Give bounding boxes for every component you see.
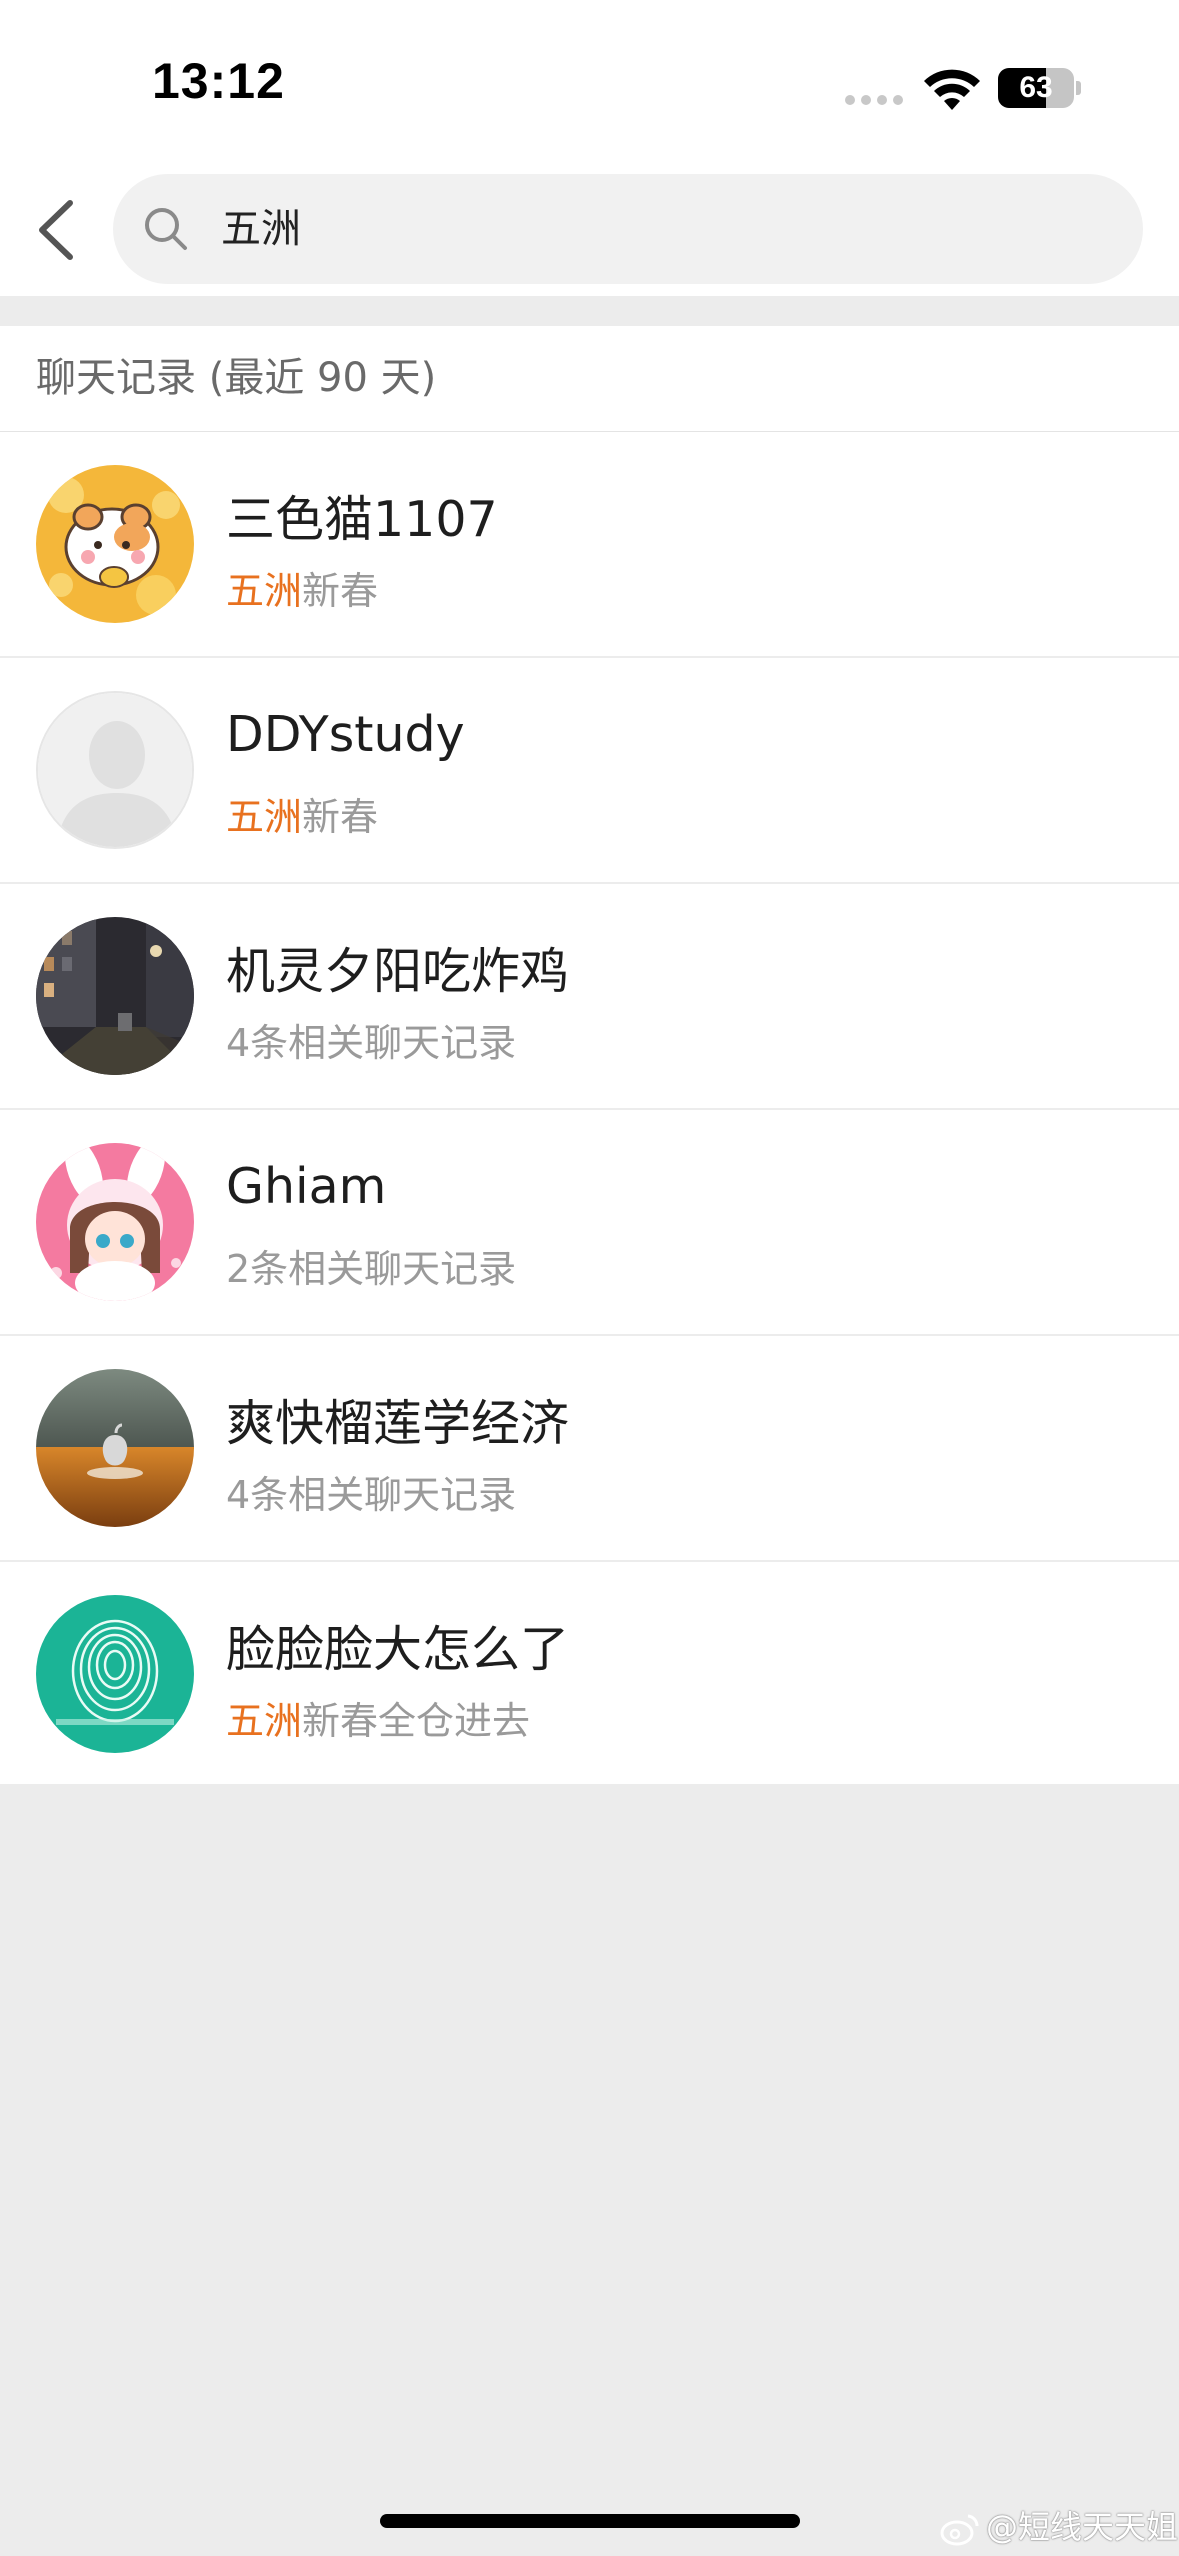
list-item[interactable]: DDYstudy 五洲新春: [0, 658, 1179, 884]
contact-name: 机灵夕阳吃炸鸡: [226, 943, 570, 1000]
preview-text: 新春: [302, 569, 379, 613]
list-item[interactable]: 脸脸脸大怎么了 五洲新春全仓进去: [0, 1562, 1179, 1784]
contact-name: DDYstudy: [226, 706, 465, 763]
avatar: [36, 691, 194, 849]
wifi-icon: [924, 69, 980, 110]
list-item[interactable]: 三色猫1107 五洲新春: [0, 432, 1179, 658]
message-preview: 4条相关聊天记录: [226, 1012, 516, 1067]
contact-name: 三色猫1107: [226, 491, 498, 548]
status-time: 13:12: [152, 53, 285, 109]
result-list: 三色猫1107 五洲新春 DDYstudy 五洲新春 机灵夕阳吃炸鸡 4条相关聊…: [0, 432, 1179, 1784]
chevron-left-icon[interactable]: [30, 195, 90, 265]
avatar: [36, 1143, 194, 1301]
contact-name: 脸脸脸大怎么了: [226, 1621, 570, 1678]
match-highlight: 五洲: [226, 569, 303, 613]
contact-name: Ghiam: [226, 1158, 387, 1215]
cellular-signal-icon: [845, 95, 905, 105]
preview-text: 4条相关聊天记录: [226, 1021, 517, 1065]
message-preview: 五洲新春: [226, 560, 378, 615]
message-preview: 五洲新春: [226, 786, 378, 841]
avatar: [36, 465, 194, 623]
avatar: [36, 1369, 194, 1527]
avatar: [36, 1595, 194, 1753]
list-item[interactable]: Ghiam 2条相关聊天记录: [0, 1110, 1179, 1336]
list-item[interactable]: 机灵夕阳吃炸鸡 4条相关聊天记录: [0, 884, 1179, 1110]
search-input[interactable]: 五洲: [113, 174, 1143, 284]
avatar: [36, 917, 194, 1075]
contact-name: 爽快榴莲学经济: [226, 1395, 570, 1452]
weibo-icon: [940, 2514, 979, 2546]
preview-text: 新春全仓进去: [302, 1699, 531, 1743]
search-icon: [145, 208, 187, 250]
battery-percent: 63: [1019, 71, 1053, 104]
message-preview: 4条相关聊天记录: [226, 1464, 516, 1519]
preview-text: 新春: [302, 795, 379, 839]
search-header: 五洲: [0, 160, 1179, 296]
list-item[interactable]: 爽快榴莲学经济 4条相关聊天记录: [0, 1336, 1179, 1562]
section-title: 聊天记录 (最近 90 天): [36, 355, 437, 401]
match-highlight: 五洲: [226, 795, 303, 839]
preview-text: 4条相关聊天记录: [226, 1473, 517, 1517]
home-indicator[interactable]: [380, 2514, 800, 2528]
watermark-text: @短线天天姐: [986, 2508, 1179, 2546]
message-preview: 五洲新春全仓进去: [226, 1690, 530, 1745]
match-highlight: 五洲: [226, 1699, 303, 1743]
divider: [0, 296, 1179, 326]
preview-text: 2条相关聊天记录: [226, 1247, 517, 1291]
battery-icon: 63: [998, 68, 1081, 108]
status-bar: 13:12 63: [0, 0, 1179, 160]
watermark: @短线天天姐: [940, 2502, 1178, 2548]
section-header: 聊天记录 (最近 90 天): [0, 326, 1179, 432]
message-preview: 2条相关聊天记录: [226, 1238, 516, 1293]
search-query[interactable]: 五洲: [221, 174, 301, 284]
